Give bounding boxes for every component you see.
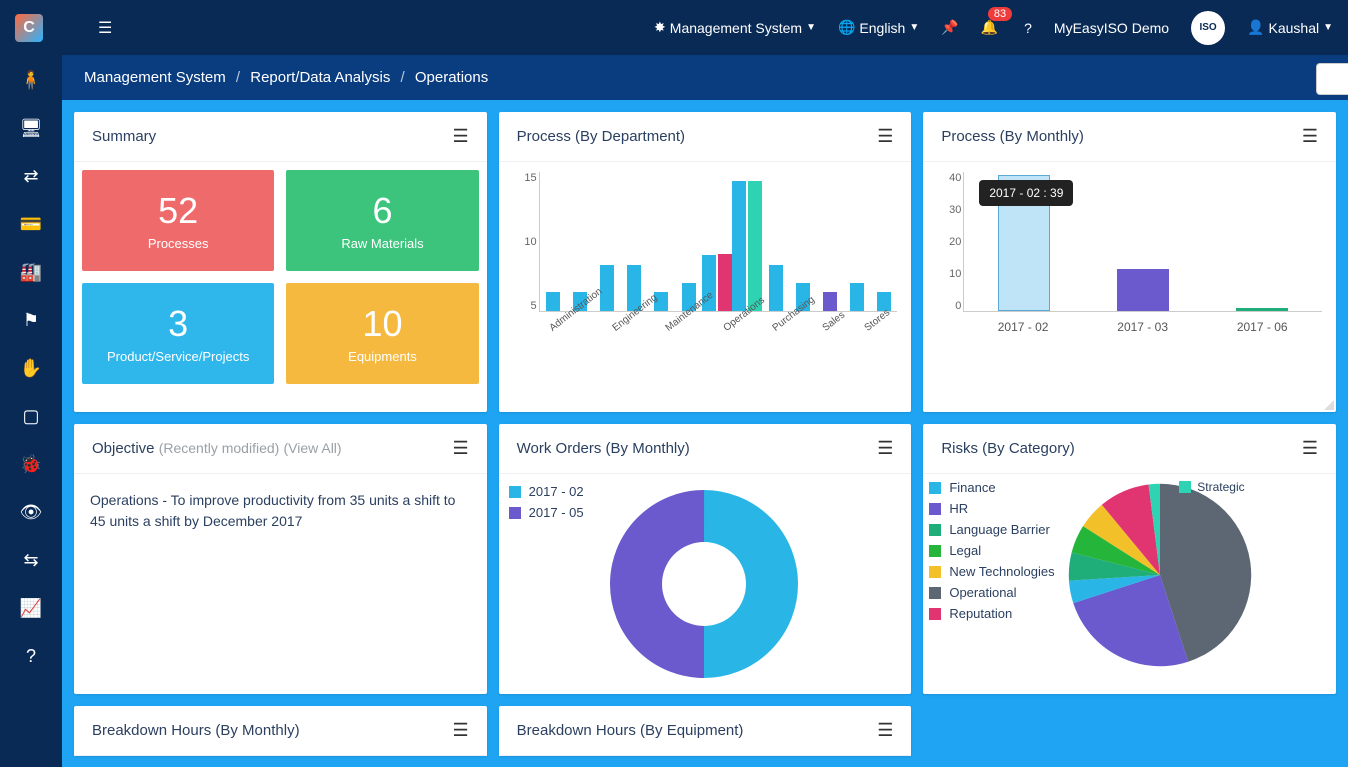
card-icon[interactable]: 💳 (16, 214, 46, 234)
eye-icon[interactable]: 👁 (16, 502, 46, 522)
panel-menu-icon[interactable]: ☰ (1302, 438, 1318, 459)
summary-value: 52 (90, 190, 266, 232)
breadcrumb-item[interactable]: Management System (84, 69, 226, 86)
objective-subtext: (Recently modified) (159, 440, 280, 456)
exchange-icon[interactable]: ⇆ (16, 550, 46, 570)
risks-legend: FinanceHRLanguage BarrierLegalNew Techno… (929, 480, 1054, 627)
user-dropdown[interactable]: 👤 Kaushal ▼ (1247, 19, 1333, 36)
caret-icon: ▼ (909, 22, 919, 33)
globe-icon: 🌐 (838, 19, 855, 36)
management-system-label: Management System (670, 20, 802, 36)
breadcrumb-item[interactable]: Operations (415, 69, 488, 86)
risks-extra-legend: Strategic (1179, 480, 1244, 494)
pin-icon[interactable]: 📌 (941, 19, 958, 36)
panel-title: Process (By Monthly) (941, 128, 1084, 145)
management-system-dropdown[interactable]: ✸ Management System ▼ (654, 19, 816, 36)
summary-card-raw-materials[interactable]: 6 Raw Materials (286, 170, 478, 271)
summary-value: 3 (90, 303, 266, 345)
language-dropdown[interactable]: 🌐 English ▼ (838, 19, 919, 36)
panel-menu-icon[interactable]: ☰ (453, 438, 469, 459)
chart-tooltip: 2017 - 02 : 39 (979, 180, 1073, 206)
hand-icon[interactable]: ✋ (16, 358, 46, 378)
panel-menu-icon[interactable]: ☰ (877, 438, 893, 459)
topbar: C ☰ ✸ Management System ▼ 🌐 English ▼ 📌 … (0, 0, 1348, 55)
gear-icon: ✸ (654, 19, 666, 36)
panel-title: Breakdown Hours (By Monthly) (92, 722, 300, 739)
panel-title: Process (By Department) (517, 128, 685, 145)
panel-breakdown-equipment: Breakdown Hours (By Equipment) ☰ (499, 706, 912, 756)
sidebar: 🧍 🖥 ⇄ 💳 🏭 ⚑ ✋ ▢ 🐞 👁 ⇆ 📈 ? (0, 55, 62, 767)
main-content: Management System / Report/Data Analysis… (62, 55, 1348, 767)
legend-swatch (1179, 481, 1191, 493)
summary-label: Equipments (294, 349, 470, 364)
summary-label: Processes (90, 236, 266, 251)
breadcrumb: Management System / Report/Data Analysis… (62, 55, 1348, 100)
user-name: Kaushal (1269, 20, 1320, 36)
caret-icon: ▼ (1323, 22, 1333, 33)
notif-badge: 83 (988, 7, 1012, 21)
panel-title: Objective (92, 440, 155, 457)
dept-bar-chart[interactable]: 15105AdministrationEngineeringMaintenanc… (509, 172, 902, 342)
summary-card-equipments[interactable]: 10 Equipments (286, 283, 478, 384)
org-avatar[interactable]: ISO (1191, 11, 1225, 45)
pie-chart[interactable] (1065, 480, 1255, 670)
breadcrumb-sep: / (236, 69, 240, 86)
person-icon[interactable]: 🧍 (16, 70, 46, 90)
panel-menu-icon[interactable]: ☰ (453, 720, 469, 741)
summary-card-processes[interactable]: 52 Processes (82, 170, 274, 271)
summary-value: 10 (294, 303, 470, 345)
legend-label: Strategic (1197, 480, 1244, 494)
breadcrumb-item[interactable]: Report/Data Analysis (250, 69, 390, 86)
panel-menu-icon[interactable]: ☰ (877, 720, 893, 741)
summary-value: 6 (294, 190, 470, 232)
summary-card-products[interactable]: 3 Product/Service/Projects (82, 283, 274, 384)
objective-text: Operations - To improve productivity fro… (74, 474, 487, 548)
app-logo[interactable]: C (15, 14, 43, 42)
language-label: English (859, 20, 905, 36)
flag-icon[interactable]: ⚑ (16, 310, 46, 330)
menu-toggle-icon[interactable]: ☰ (98, 18, 112, 38)
panel-menu-icon[interactable]: ☰ (453, 126, 469, 147)
view-all-link[interactable]: (View All) (283, 440, 341, 456)
panel-title: Summary (92, 128, 156, 145)
work-orders-legend: 2017 - 022017 - 05 (509, 484, 584, 526)
panel-title: Risks (By Category) (941, 440, 1074, 457)
summary-label: Raw Materials (294, 236, 470, 251)
panel-menu-icon[interactable]: ☰ (877, 126, 893, 147)
panel-title: Breakdown Hours (By Equipment) (517, 722, 744, 739)
panel-process-department: Process (By Department) ☰ 15105Administr… (499, 112, 912, 412)
bug-icon[interactable]: 🐞 (16, 454, 46, 474)
question-icon[interactable]: ? (16, 646, 46, 666)
donut-chart[interactable] (604, 484, 804, 684)
panel-summary: Summary ☰ 52 Processes 6 Raw Materials 3… (74, 112, 487, 412)
sitemap-icon[interactable]: ⇄ (16, 166, 46, 186)
panel-objective: Objective (Recently modified) (View All)… (74, 424, 487, 694)
chart-icon[interactable]: 📈 (16, 598, 46, 618)
org-name[interactable]: MyEasyISO Demo (1054, 20, 1169, 36)
help-icon[interactable]: ? (1024, 20, 1032, 36)
settings-gear-icon[interactable]: ⚙ (1316, 63, 1348, 95)
panel-risks: Risks (By Category) ☰ FinanceHRLanguage … (923, 424, 1336, 694)
industry-icon[interactable]: 🏭 (16, 262, 46, 282)
breadcrumb-sep: / (401, 69, 405, 86)
summary-label: Product/Service/Projects (90, 349, 266, 364)
panel-menu-icon[interactable]: ☰ (1302, 126, 1318, 147)
panel-work-orders: Work Orders (By Monthly) ☰ 2017 - 022017… (499, 424, 912, 694)
monitor-icon[interactable]: 🖥 (16, 118, 46, 138)
panel-title: Work Orders (By Monthly) (517, 440, 690, 457)
notifications-icon[interactable]: 🔔83 (981, 19, 1002, 36)
user-icon: 👤 (1247, 19, 1264, 36)
panel-breakdown-monthly: Breakdown Hours (By Monthly) ☰ (74, 706, 487, 756)
tablet-icon[interactable]: ▢ (16, 406, 46, 426)
panel-process-monthly: Process (By Monthly) ☰ 4030201002017 - 0… (923, 112, 1336, 412)
caret-icon: ▼ (806, 22, 816, 33)
resize-handle-icon[interactable] (1324, 400, 1334, 410)
